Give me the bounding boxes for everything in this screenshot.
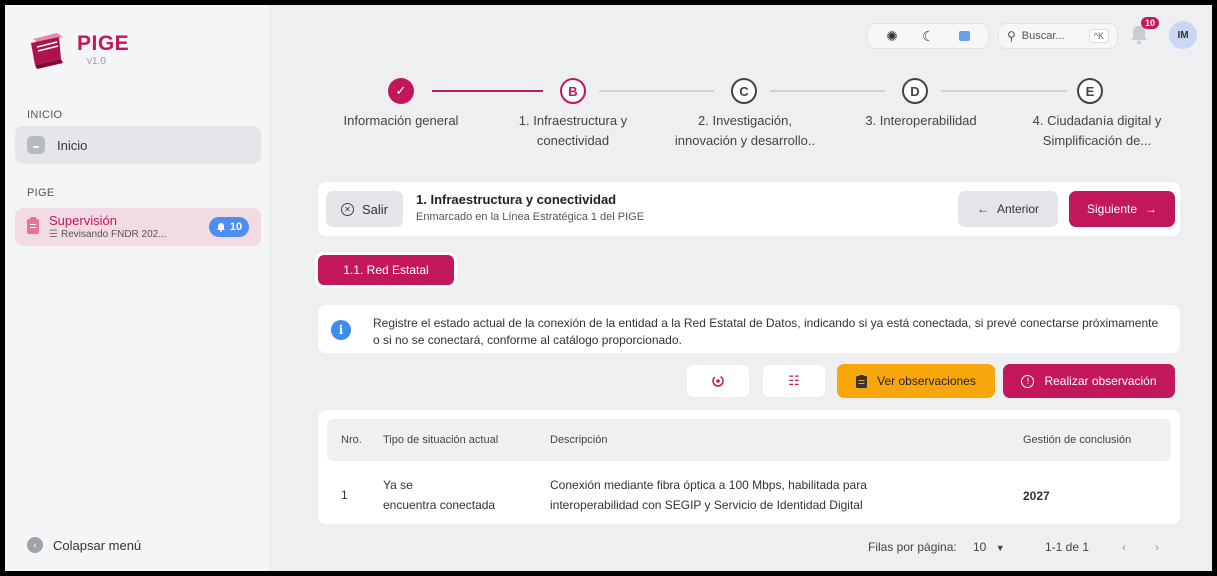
- step-marker-d[interactable]: D: [902, 78, 928, 104]
- section-header: ✕ Salir 1. Infraestructura y conectivida…: [318, 182, 1180, 236]
- notification-badge: 10: [209, 217, 249, 237]
- exit-button[interactable]: ✕ Salir: [326, 191, 403, 227]
- caret-down-icon: ▼: [995, 543, 1005, 553]
- notifications-count: 10: [1141, 17, 1160, 29]
- list-icon: ☷: [788, 373, 800, 388]
- sun-icon[interactable]: ✺: [886, 28, 898, 45]
- close-circle-icon: ✕: [340, 202, 354, 216]
- make-observation-button[interactable]: ! Realizar observación: [1003, 364, 1175, 398]
- step-label-interoperabilidad[interactable]: 3. Interoperabilidad: [837, 111, 1005, 131]
- avatar[interactable]: IM: [1169, 21, 1197, 49]
- view-observations-button[interactable]: Ver observaciones: [837, 364, 995, 398]
- sidebar-item-supervision[interactable]: Supervisión ☰ Revisando FNDR 202... 10: [15, 208, 261, 246]
- collapse-menu-button[interactable]: ‹ Colapsar menú: [27, 537, 141, 553]
- step-marker-a[interactable]: ✓: [388, 78, 414, 104]
- search-input[interactable]: ⚲ Buscar... ^K: [998, 23, 1118, 49]
- step-marker-c[interactable]: C: [731, 78, 757, 104]
- step-label-general[interactable]: Información general: [321, 111, 481, 131]
- search-shortcut: ^K: [1088, 29, 1109, 43]
- sidebar-item-inicio[interactable]: Inicio: [15, 126, 261, 164]
- list-view-button[interactable]: ☷: [762, 364, 826, 398]
- prev-page-icon[interactable]: ‹: [1122, 540, 1126, 554]
- view-observations-label: Ver observaciones: [877, 374, 976, 388]
- arrow-left-icon: ←: [976, 202, 989, 216]
- sidebar-item-sublabel: ☰ Revisando FNDR 202...: [49, 229, 167, 240]
- next-button[interactable]: Siguiente →: [1069, 191, 1175, 227]
- bell-icon: [216, 223, 225, 232]
- previous-button-label: Anterior: [996, 202, 1040, 216]
- previous-button[interactable]: ← Anterior: [958, 191, 1058, 227]
- step-label-investigacion[interactable]: 2. Investigación, innovación y desarroll…: [670, 111, 820, 151]
- sidebar-item-label: Supervisión: [49, 213, 117, 228]
- step-label-infraestructura[interactable]: 1. Infraestructura y conectividad: [510, 111, 636, 151]
- moon-icon[interactable]: ☾: [922, 28, 935, 45]
- section-title: 1. Infraestructura y conectividad: [416, 192, 617, 207]
- step-marker-b[interactable]: B: [560, 78, 586, 104]
- sidebar: PIGE v1.0 INICIO Inicio PIGE Supervisión…: [5, 5, 271, 571]
- cell-desc-line1: Conexión mediante fibra óptica a 100 Mbp…: [550, 478, 867, 492]
- app-logo[interactable]: PIGE v1.0: [27, 29, 129, 69]
- clipboard-icon: [856, 374, 868, 388]
- column-header-descripcion[interactable]: Descripción: [550, 434, 607, 446]
- info-icon: i: [331, 320, 351, 340]
- next-page-icon[interactable]: ›: [1155, 540, 1159, 554]
- cell-tipo-line2: encuentra conectada: [383, 498, 496, 512]
- cell-desc-line2: interoperabilidad con SEGIP y Servicio d…: [550, 498, 863, 512]
- book-logo-icon: [31, 33, 63, 69]
- step-connector: [770, 90, 885, 92]
- sidebar-item-label: Inicio: [57, 137, 88, 153]
- monitor-icon[interactable]: [958, 31, 970, 41]
- cell-gestion: 2027: [1023, 489, 1050, 503]
- exit-button-label: Salir: [361, 201, 388, 217]
- home-icon: [27, 136, 45, 154]
- column-header-nro[interactable]: Nro.: [341, 434, 362, 446]
- step-connector: [599, 90, 714, 92]
- search-icon: ⚲: [1007, 29, 1016, 43]
- refresh-button[interactable]: [686, 364, 750, 398]
- make-observation-label: Realizar observación: [1044, 374, 1157, 388]
- column-header-tipo[interactable]: Tipo de situación actual: [383, 434, 498, 446]
- app-window: PIGE v1.0 INICIO Inicio PIGE Supervisión…: [5, 5, 1212, 571]
- alert-circle-icon: !: [1021, 374, 1035, 388]
- refresh-search-icon: [712, 375, 724, 387]
- step-label-ciudadania[interactable]: 4. Ciudadanía digital y Simplificación d…: [1017, 111, 1177, 151]
- table-header: Nro. Tipo de situación actual Descripció…: [327, 419, 1171, 461]
- theme-switcher: ✺ ☾: [867, 23, 989, 49]
- tab-red-estatal[interactable]: 1.1. Red Estatal: [318, 255, 454, 285]
- info-text: Registre el estado actual de la conexión…: [373, 316, 1159, 347]
- section-subtitle: Enmarcado en la Línea Estratégica 1 del …: [416, 211, 645, 223]
- rows-per-page-value: 10: [973, 540, 987, 554]
- next-button-label: Siguiente: [1086, 202, 1138, 216]
- filter-lines-icon: ☰: [49, 229, 58, 240]
- data-table: Nro. Tipo de situación actual Descripció…: [318, 410, 1180, 524]
- info-banner: i Registre el estado actual de la conexi…: [318, 305, 1180, 353]
- clipboard-icon: [27, 217, 39, 234]
- step-connector: [432, 90, 543, 92]
- arrow-right-icon: →: [1145, 202, 1158, 216]
- pagination-range: 1-1 de 1: [1045, 540, 1090, 554]
- cell-nro: 1: [341, 488, 348, 502]
- app-name: PIGE: [77, 31, 130, 55]
- rows-per-page-label: Filas por página:: [868, 540, 957, 554]
- step-connector: [941, 90, 1067, 92]
- section-label-inicio: INICIO: [27, 109, 63, 121]
- section-label-pige: PIGE: [27, 187, 55, 199]
- collapse-menu-label: Colapsar menú: [53, 537, 142, 553]
- app-version: v1.0: [87, 55, 106, 67]
- search-placeholder: Buscar...: [1021, 30, 1065, 42]
- chevron-left-icon: ‹: [27, 537, 43, 553]
- step-marker-e[interactable]: E: [1077, 78, 1103, 104]
- cell-tipo-line1: Ya se: [383, 478, 413, 492]
- rows-per-page-select[interactable]: 10 ▼: [973, 540, 1005, 554]
- column-header-gestion[interactable]: Gestión de conclusión: [1023, 434, 1131, 446]
